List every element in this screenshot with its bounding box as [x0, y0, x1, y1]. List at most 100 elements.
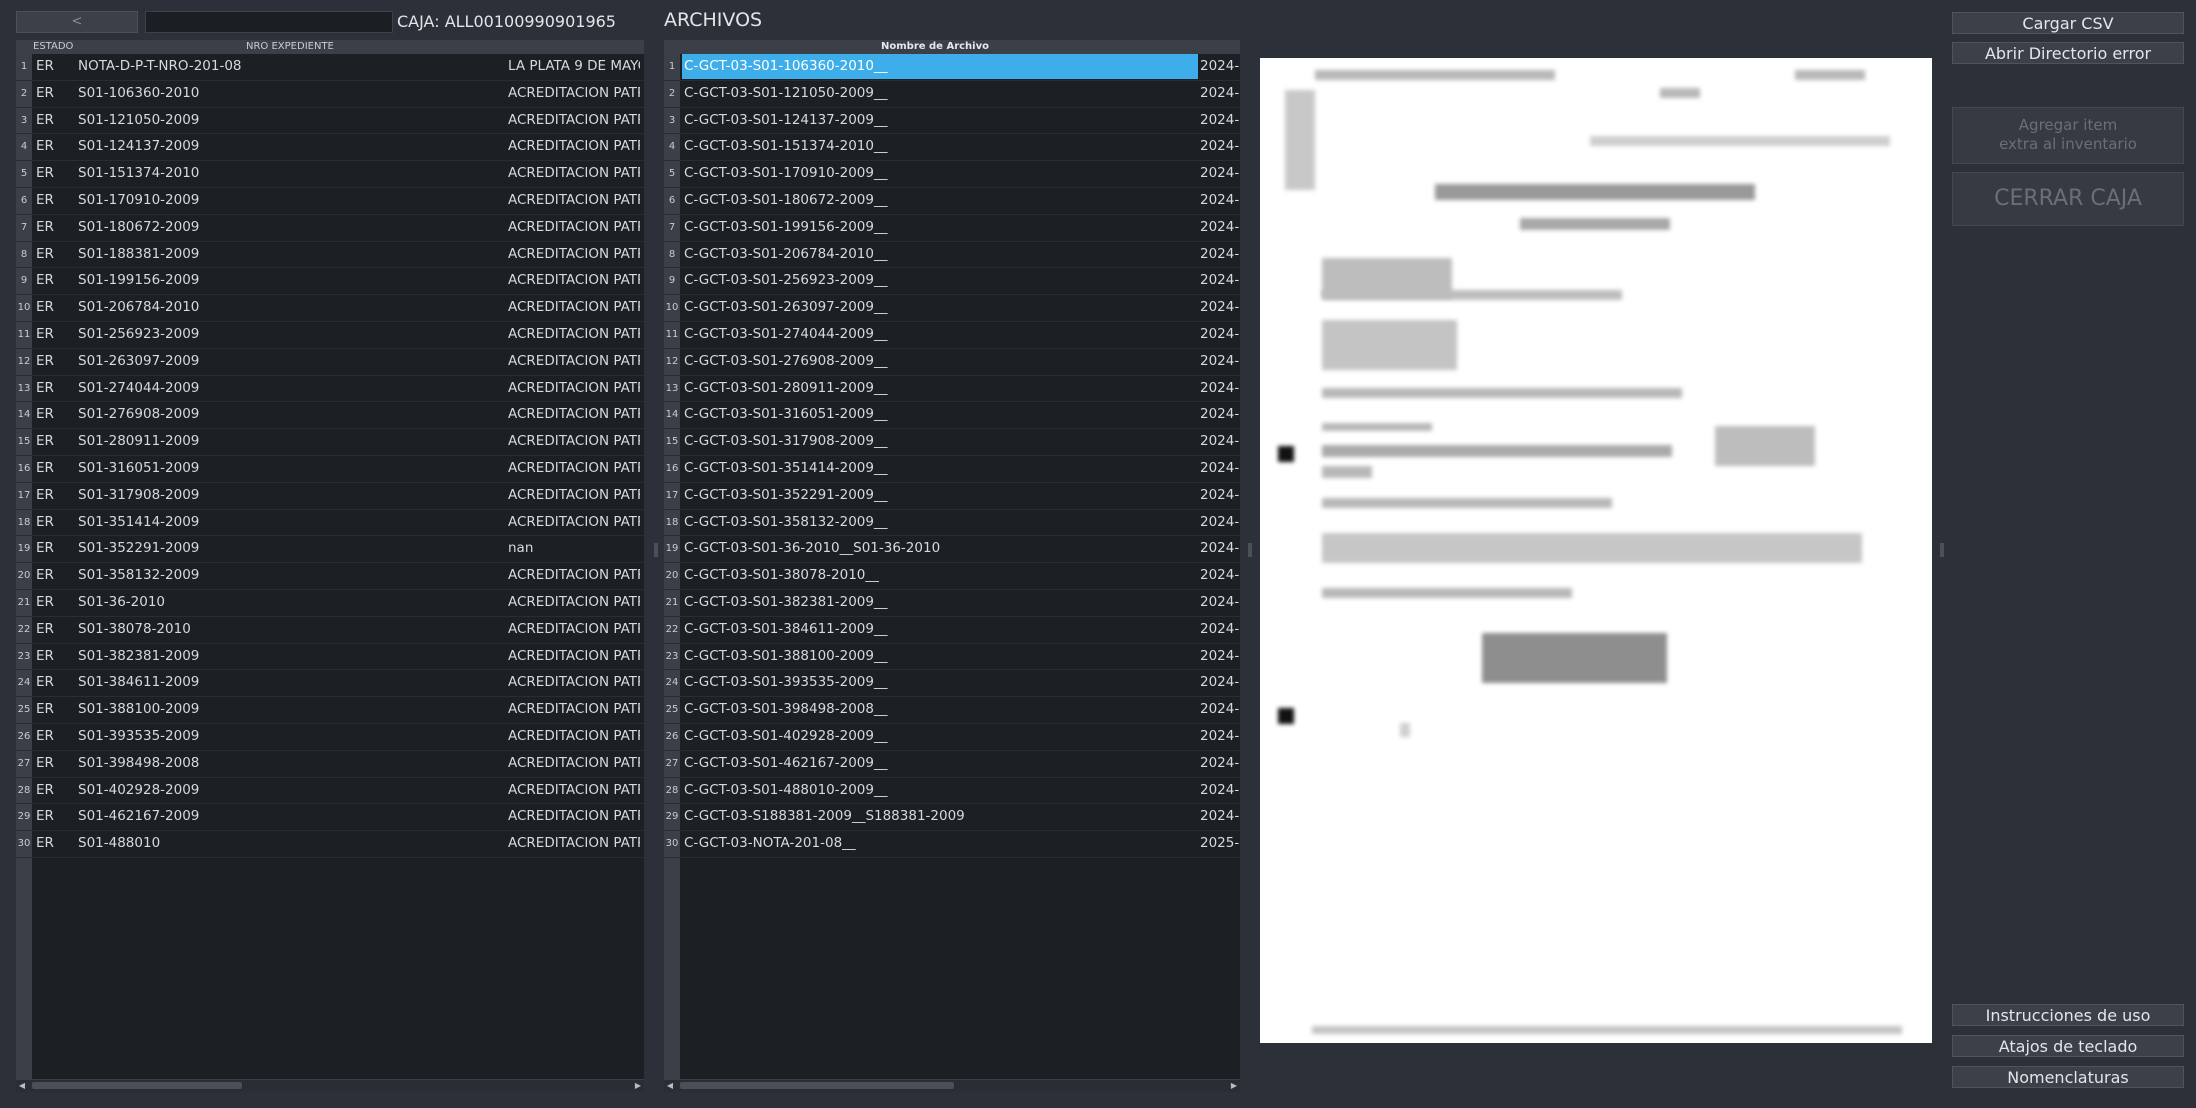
table-row[interactable]: 20 C-GCT-03-S01-38078-2010__ 2024-0 — [664, 563, 1240, 590]
splitter-handle[interactable] — [1940, 543, 1944, 557]
table-row[interactable]: 22 C-GCT-03-S01-384611-2009__ 2024-0 — [664, 617, 1240, 644]
table-row[interactable]: 18 C-GCT-03-S01-358132-2009__ 2024-0 — [664, 510, 1240, 537]
table-row[interactable]: 19 ER S01-352291-2009 nan — [16, 536, 644, 564]
table-row[interactable]: 7 ER S01-180672-2009 ACREDITACION PATRII — [16, 215, 644, 242]
scrollbar-thumb[interactable] — [32, 1082, 242, 1089]
table-row[interactable]: 9 C-GCT-03-S01-256923-2009__ 2024-0 — [664, 268, 1240, 296]
atajos-de-teclado-button[interactable]: Atajos de teclado — [1952, 1035, 2184, 1057]
scroll-left-icon[interactable]: ◀ — [16, 1080, 28, 1092]
table-row[interactable]: 3 ER S01-121050-2009 ACREDITACION PATRII — [16, 108, 644, 135]
table-row[interactable]: 24 ER S01-384611-2009 ACREDITACION PATRII — [16, 670, 644, 698]
table-row[interactable]: 1 C-GCT-03-S01-106360-2010__2024-0 — [664, 54, 1240, 81]
table-row[interactable]: 2 C-GCT-03-S01-121050-2009__ 2024-0 — [664, 81, 1240, 108]
table-row[interactable]: 8 C-GCT-03-S01-206784-2010__ 2024-0 — [664, 242, 1240, 269]
nro-expediente-cell: S01-106360-2010 — [78, 84, 200, 101]
table-row[interactable]: 16 ER S01-316051-2009 ACREDITACION PATRII — [16, 456, 644, 483]
nro-expediente-cell: S01-382381-2009 — [78, 647, 200, 664]
table-row[interactable]: 17 C-GCT-03-S01-352291-2009__ 2024-0 — [664, 483, 1240, 510]
header-nombre-archivo[interactable]: Nombre de Archivo — [680, 40, 1190, 54]
table-row[interactable]: 16 C-GCT-03-S01-351414-2009__ 2024-0 — [664, 456, 1240, 483]
table-row[interactable]: 7 C-GCT-03-S01-199156-2009__ 2024-0 — [664, 215, 1240, 242]
table-row[interactable]: 27 ER S01-398498-2008 ACREDITACION PATRII — [16, 751, 644, 778]
horizontal-scrollbar[interactable]: ◀ ▶ — [16, 1079, 644, 1092]
table-row[interactable]: 18 ER S01-351414-2009 ACREDITACION PATRII — [16, 510, 644, 537]
table-row[interactable]: 20 ER S01-358132-2009 ACREDITACION PATRII — [16, 563, 644, 590]
splitter-handle[interactable] — [1248, 543, 1252, 557]
scrollbar-thumb[interactable] — [680, 1082, 954, 1089]
table-row[interactable]: 4 C-GCT-03-S01-151374-2010__ 2024-0 — [664, 134, 1240, 162]
estado-cell: ER — [36, 835, 54, 852]
table-row[interactable]: 23 C-GCT-03-S01-388100-2009__ 2024-0 — [664, 644, 1240, 671]
abrir-directorio-error-button[interactable]: Abrir Directorio error — [1952, 42, 2184, 64]
table-row[interactable]: 13 C-GCT-03-S01-280911-2009__ 2024-0 — [664, 376, 1240, 403]
table-row[interactable]: 29 C-GCT-03-S188381-2009__S188381-2009 202… — [664, 804, 1240, 832]
scroll-right-icon[interactable]: ▶ — [632, 1080, 644, 1092]
table-row[interactable]: 3 C-GCT-03-S01-124137-2009__ 2024-0 — [664, 108, 1240, 135]
splitter-handle[interactable] — [654, 543, 658, 557]
nro-expediente-cell: S01-402928-2009 — [78, 781, 200, 798]
cargar-csv-button[interactable]: Cargar CSV — [1952, 12, 2184, 34]
table-row[interactable]: 10 ER S01-206784-2010 ACREDITACION PATRII — [16, 295, 644, 322]
table-row[interactable]: 8 ER S01-188381-2009 ACREDITACION PATRII — [16, 242, 644, 269]
expedientes-table[interactable]: ESTADO NRO EXPEDIENTE 1 ER NOTA-D-P-T-NRO-… — [16, 40, 644, 1092]
table-row[interactable]: 21 C-GCT-03-S01-382381-2009__ 2024-0 — [664, 590, 1240, 617]
table-row[interactable]: 25 ER S01-388100-2009 ACREDITACION PATRII — [16, 697, 644, 724]
table-row[interactable]: 30 ER S01-488010 ACREDITACION PATRII — [16, 831, 644, 858]
row-number: 8 — [20, 248, 28, 260]
table-row[interactable]: 26 ER S01-393535-2009 ACREDITACION PATRII — [16, 724, 644, 751]
row-number: 4 — [668, 141, 676, 153]
agregar-item-extra-button[interactable]: Agregar item extra al inventario — [1952, 107, 2184, 164]
table-row[interactable]: 21 ER S01-36-2010 ACREDITACION PATRII — [16, 590, 644, 617]
horizontal-scrollbar[interactable]: ◀ ▶ — [664, 1079, 1240, 1092]
table-row[interactable]: 28 C-GCT-03-S01-488010-2009__ 2024-0 — [664, 778, 1240, 805]
table-row[interactable]: 11 C-GCT-03-S01-274044-2009__ 2024-0 — [664, 322, 1240, 349]
cerrar-caja-button[interactable]: CERRAR CAJA — [1952, 172, 2184, 226]
table-row[interactable]: 15 ER S01-280911-2009 ACREDITACION PATRII — [16, 429, 644, 456]
table-row[interactable]: 12 C-GCT-03-S01-276908-2009__ 2024-0 — [664, 349, 1240, 376]
table-row[interactable]: 19 C-GCT-03-S01-36-2010__S01-36-2010 2024-… — [664, 536, 1240, 564]
search-input[interactable] — [145, 11, 393, 33]
table-row[interactable]: 6 C-GCT-03-S01-180672-2009__ 2024-0 — [664, 188, 1240, 215]
table-row[interactable]: 14 ER S01-276908-2009 ACREDITACION PATRII — [16, 402, 644, 430]
file-name-cell: C-GCT-03-S01-358132-2009__ — [684, 513, 888, 530]
table-row[interactable]: 1 ER NOTA-D-P-T-NRO-201-08 LA PLATA 9 DE MA… — [16, 54, 644, 81]
files-table[interactable]: Nombre de Archivo 1 C-GCT-03-S01-106360-2… — [664, 40, 1240, 1092]
scroll-left-icon[interactable]: ◀ — [664, 1080, 676, 1092]
nro-expediente-cell: S01-351414-2009 — [78, 513, 200, 530]
table-row[interactable]: 28 ER S01-402928-2009 ACREDITACION PATRII — [16, 778, 644, 805]
header-estado[interactable]: ESTADO — [33, 40, 73, 54]
table-row[interactable]: 10 C-GCT-03-S01-263097-2009__ 2024-0 — [664, 295, 1240, 322]
table-row[interactable]: 5 ER S01-151374-2010 ACREDITACION PATRII — [16, 161, 644, 188]
table-row[interactable]: 9 ER S01-199156-2009 ACREDITACION PATRII — [16, 268, 644, 296]
descripcion-cell: ACREDITACION PATRII — [508, 406, 640, 423]
table-row[interactable]: 4 ER S01-124137-2009 ACREDITACION PATRII — [16, 134, 644, 162]
table-row[interactable]: 11 ER S01-256923-2009 ACREDITACION PATRII — [16, 322, 644, 349]
table-row[interactable]: 15 C-GCT-03-S01-317908-2009__ 2024-0 — [664, 429, 1240, 456]
table-row[interactable]: 27 C-GCT-03-S01-462167-2009__ 2024-0 — [664, 751, 1240, 778]
file-name-cell: C-GCT-03-S01-170910-2009__ — [684, 165, 888, 182]
back-button[interactable]: < — [16, 11, 138, 33]
header-nro-expediente[interactable]: NRO EXPEDIENTE — [246, 40, 334, 54]
nro-expediente-cell: S01-276908-2009 — [78, 406, 200, 423]
nomenclaturas-button[interactable]: Nomenclaturas — [1952, 1066, 2184, 1088]
descripcion-cell: ACREDITACION PATRII — [508, 433, 640, 450]
file-date-cell: 2024-0 — [1200, 138, 1240, 155]
instrucciones-de-uso-button[interactable]: Instrucciones de uso — [1952, 1004, 2184, 1026]
table-row[interactable]: 29 ER S01-462167-2009 ACREDITACION PATRII — [16, 804, 644, 832]
table-row[interactable]: 23 ER S01-382381-2009 ACREDITACION PATRII — [16, 644, 644, 671]
table-row[interactable]: 6 ER S01-170910-2009 ACREDITACION PATRII — [16, 188, 644, 215]
file-name-cell: C-GCT-03-S01-151374-2010__ — [684, 138, 888, 155]
table-row[interactable]: 2 ER S01-106360-2010 ACREDITACION PATRII — [16, 81, 644, 108]
scroll-right-icon[interactable]: ▶ — [1228, 1080, 1240, 1092]
table-row[interactable]: 14 C-GCT-03-S01-316051-2009__ 2024-0 — [664, 402, 1240, 430]
file-name-cell: C-GCT-03-S188381-2009__S188381-2009 — [684, 808, 965, 825]
table-row[interactable]: 24 C-GCT-03-S01-393535-2009__ 2024-0 — [664, 670, 1240, 698]
table-row[interactable]: 12 ER S01-263097-2009 ACREDITACION PATRII — [16, 349, 644, 376]
table-row[interactable]: 17 ER S01-317908-2009 ACREDITACION PATRII — [16, 483, 644, 510]
table-row[interactable]: 5 C-GCT-03-S01-170910-2009__ 2024-0 — [664, 161, 1240, 188]
table-row[interactable]: 13 ER S01-274044-2009 ACREDITACION PATRII — [16, 376, 644, 403]
table-row[interactable]: 22 ER S01-38078-2010 ACREDITACION PATRII — [16, 617, 644, 644]
table-row[interactable]: 25 C-GCT-03-S01-398498-2008__ 2024-0 — [664, 697, 1240, 724]
table-row[interactable]: 30 C-GCT-03-NOTA-201-08__ 2025-0 — [664, 831, 1240, 858]
table-row[interactable]: 26 C-GCT-03-S01-402928-2009__ 2024-0 — [664, 724, 1240, 751]
